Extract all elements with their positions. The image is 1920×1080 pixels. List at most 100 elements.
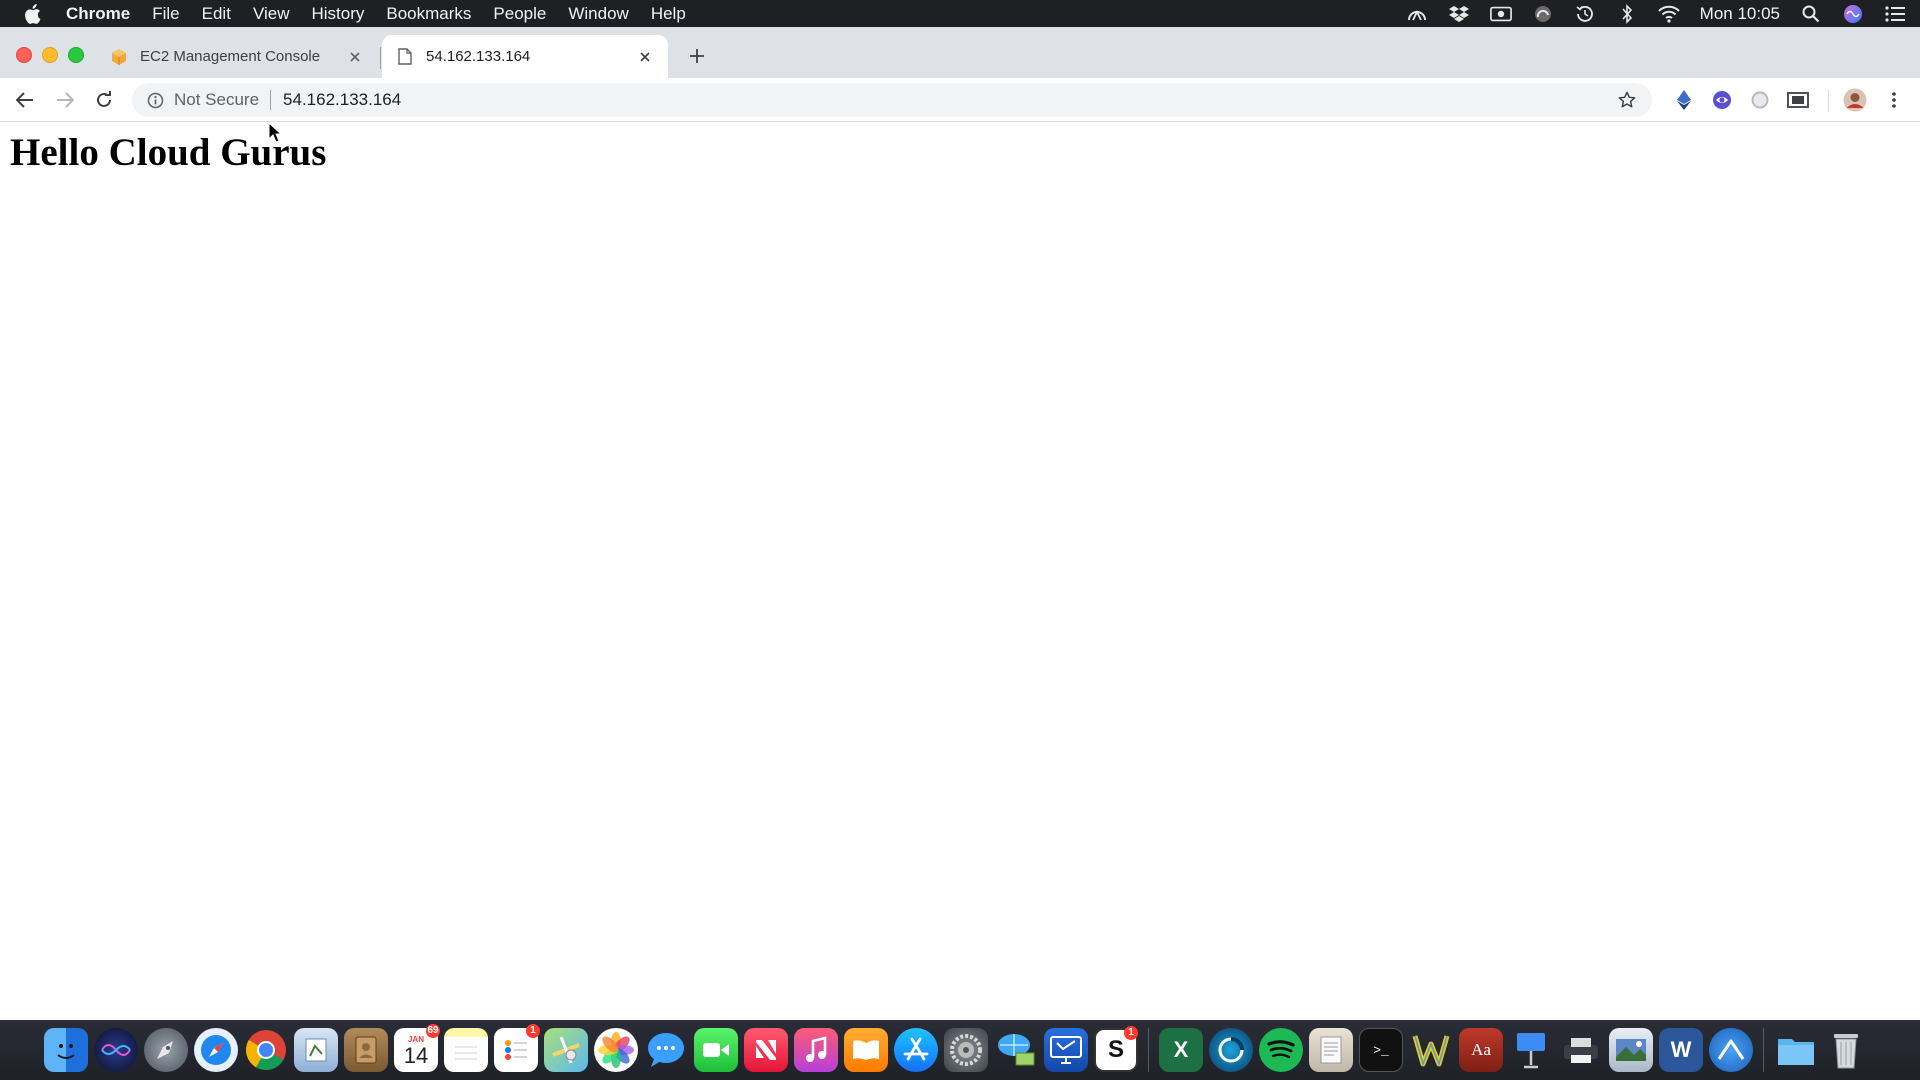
downloads-folder-icon[interactable] xyxy=(1774,1028,1818,1072)
launchpad-icon[interactable] xyxy=(144,1028,188,1072)
spotlight-search-icon[interactable] xyxy=(1800,4,1822,24)
terminal-icon[interactable]: >_ xyxy=(1359,1028,1403,1072)
image-capture-icon[interactable] xyxy=(1609,1028,1653,1072)
network-radar-icon[interactable] xyxy=(994,1028,1038,1072)
menu-file[interactable]: File xyxy=(152,4,179,24)
circle-extension-icon[interactable] xyxy=(1748,88,1772,112)
url-text[interactable]: 54.162.133.164 xyxy=(283,90,1616,110)
camo-icon[interactable] xyxy=(1209,1028,1253,1072)
window-zoom-button[interactable] xyxy=(68,47,84,63)
forward-button[interactable] xyxy=(52,87,78,113)
tab-close-icon[interactable] xyxy=(636,48,654,66)
safari-icon[interactable] xyxy=(194,1028,238,1072)
tab-ec2-management-console[interactable]: EC2 Management Console xyxy=(96,35,378,78)
browser-toolbar: Not Secure 54.162.133.164 xyxy=(0,78,1920,122)
aws-cube-icon xyxy=(110,48,128,66)
address-bar[interactable]: Not Secure 54.162.133.164 xyxy=(132,83,1652,117)
textedit-icon[interactable] xyxy=(1309,1028,1353,1072)
itunes-icon[interactable] xyxy=(794,1028,838,1072)
calendar-badge: 69 xyxy=(426,1024,440,1038)
info-icon[interactable] xyxy=(146,91,164,109)
screen-recorder-icon[interactable] xyxy=(1489,4,1512,24)
chrome-dock-icon[interactable] xyxy=(244,1028,288,1072)
kebab-menu-icon xyxy=(1892,92,1896,108)
address-divider xyxy=(270,90,272,110)
maps-icon[interactable] xyxy=(544,1028,588,1072)
vpn-icon[interactable] xyxy=(1709,1028,1753,1072)
system-preferences-icon[interactable] xyxy=(944,1028,988,1072)
terminal-prompt: >_ xyxy=(1373,1042,1389,1058)
siri-icon[interactable] xyxy=(1842,4,1864,24)
siri-dock-icon[interactable] xyxy=(94,1028,138,1072)
news-icon[interactable] xyxy=(744,1028,788,1072)
reload-icon xyxy=(97,91,111,107)
tab-title: 54.162.133.164 xyxy=(426,48,531,65)
browser-tab-strip: EC2 Management Console 54.162.133.164 xyxy=(0,27,1920,78)
document-icon xyxy=(396,48,414,66)
messages-icon[interactable] xyxy=(644,1028,688,1072)
dropbox-icon[interactable] xyxy=(1448,4,1470,24)
dictionary-letters: Aa xyxy=(1471,1040,1491,1059)
tab-separator xyxy=(380,47,381,69)
ethereum-extension-icon[interactable] xyxy=(1672,88,1696,112)
menu-edit[interactable]: Edit xyxy=(202,4,231,24)
preview-icon[interactable] xyxy=(294,1028,338,1072)
word-icon[interactable]: W xyxy=(1659,1028,1703,1072)
dock-separator xyxy=(1148,1028,1149,1072)
dictionary-icon[interactable]: Aa xyxy=(1459,1028,1503,1072)
menu-app-chrome[interactable]: Chrome xyxy=(66,4,130,24)
notes-icon[interactable] xyxy=(444,1028,488,1072)
keynote-icon[interactable] xyxy=(1509,1028,1553,1072)
wunderlist-icon[interactable] xyxy=(1409,1028,1453,1072)
menu-help[interactable]: Help xyxy=(651,4,686,24)
skype-letter: S xyxy=(1107,1036,1124,1063)
toolbar-divider xyxy=(1828,90,1829,112)
menu-view[interactable]: View xyxy=(253,4,290,24)
notification-center-icon[interactable] xyxy=(1884,4,1906,24)
trash-icon[interactable] xyxy=(1824,1028,1868,1072)
chrome-menu-button[interactable] xyxy=(1882,88,1906,112)
reload-button[interactable] xyxy=(91,87,117,113)
profile-avatar[interactable] xyxy=(1843,88,1867,112)
menu-history[interactable]: History xyxy=(311,4,364,24)
word-letter: W xyxy=(1670,1037,1692,1062)
printer-icon[interactable] xyxy=(1559,1028,1603,1072)
finder-icon[interactable] xyxy=(44,1028,88,1072)
photos-icon[interactable] xyxy=(594,1028,638,1072)
creative-cloud-icon[interactable] xyxy=(1406,4,1428,24)
facetime-icon[interactable] xyxy=(694,1028,738,1072)
menu-bar-clock[interactable]: Mon 10:05 xyxy=(1700,4,1780,24)
window-close-button[interactable] xyxy=(16,47,32,63)
new-tab-button[interactable] xyxy=(684,43,710,69)
menu-people[interactable]: People xyxy=(493,4,546,24)
skype-badge: 1 xyxy=(1124,1026,1138,1040)
remote-desktop-icon[interactable] xyxy=(1044,1028,1088,1072)
window-minimize-button[interactable] xyxy=(42,47,58,63)
tab-close-icon[interactable] xyxy=(346,48,364,66)
books-icon[interactable] xyxy=(844,1028,888,1072)
menu-bookmarks[interactable]: Bookmarks xyxy=(386,4,471,24)
excel-icon[interactable]: X xyxy=(1159,1028,1203,1072)
calendar-icon[interactable]: JAN 14 69 xyxy=(394,1024,440,1072)
calendar-day-label: 14 xyxy=(403,1042,429,1068)
apple-menu-icon[interactable] xyxy=(22,3,42,25)
security-status-label[interactable]: Not Secure xyxy=(174,90,259,110)
cloud-sync-icon[interactable] xyxy=(1532,4,1554,24)
back-button[interactable] xyxy=(12,87,38,113)
bluetooth-icon[interactable] xyxy=(1616,3,1638,24)
reminders-icon[interactable]: 1 xyxy=(494,1024,540,1072)
contacts-icon[interactable] xyxy=(344,1028,388,1072)
app-store-icon[interactable] xyxy=(894,1028,938,1072)
bookmark-star-icon[interactable] xyxy=(1616,89,1638,111)
macos-dock: JAN 14 69 1 S 1 X >_ Aa W xyxy=(0,1020,1920,1080)
spotify-icon[interactable] xyxy=(1259,1028,1303,1072)
time-machine-icon[interactable] xyxy=(1574,4,1596,24)
wifi-icon[interactable] xyxy=(1657,4,1680,24)
menu-window[interactable]: Window xyxy=(568,4,628,24)
web-page-viewport: Hello Cloud Gurus xyxy=(0,122,1920,1020)
screen-capture-extension-icon[interactable] xyxy=(1786,88,1810,112)
tab-active-ip-address[interactable]: 54.162.133.164 xyxy=(382,35,668,78)
skype-icon[interactable]: S 1 xyxy=(1094,1026,1138,1072)
privacy-extension-icon[interactable] xyxy=(1710,88,1734,112)
menu-bar-status-area: Mon 10:05 xyxy=(1406,4,1906,24)
